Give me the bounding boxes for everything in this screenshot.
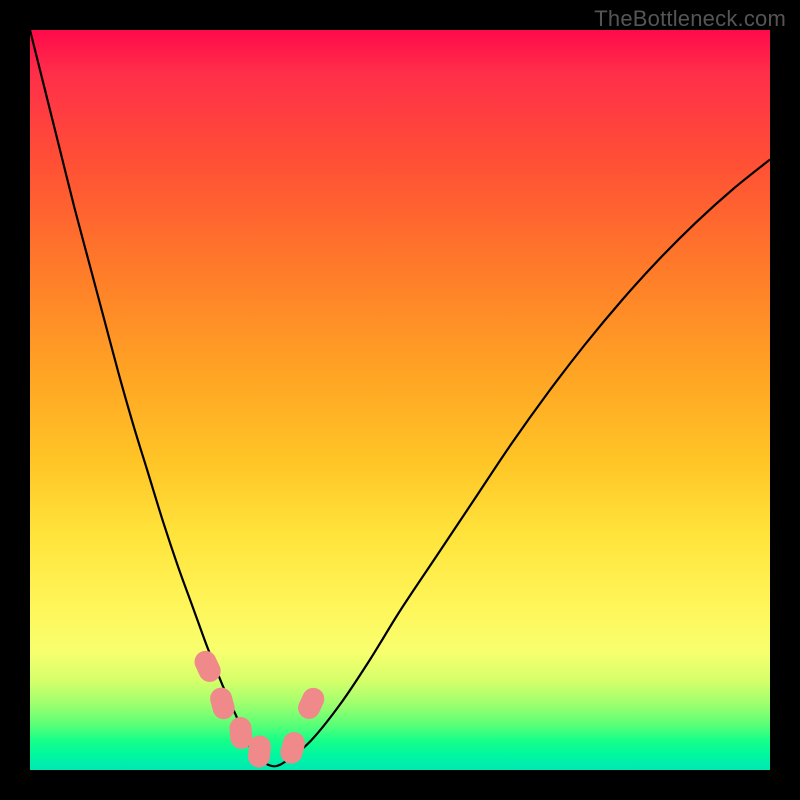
curve-marker xyxy=(294,684,327,722)
bottleneck-curve-path xyxy=(30,30,770,766)
curve-marker xyxy=(208,685,238,722)
curve-marker xyxy=(278,729,308,766)
bottleneck-curve-svg xyxy=(30,30,770,770)
chart-frame: TheBottleneck.com xyxy=(0,0,800,800)
curve-markers-group xyxy=(191,647,328,768)
plot-area xyxy=(30,30,770,770)
watermark-text: TheBottleneck.com xyxy=(594,6,786,32)
